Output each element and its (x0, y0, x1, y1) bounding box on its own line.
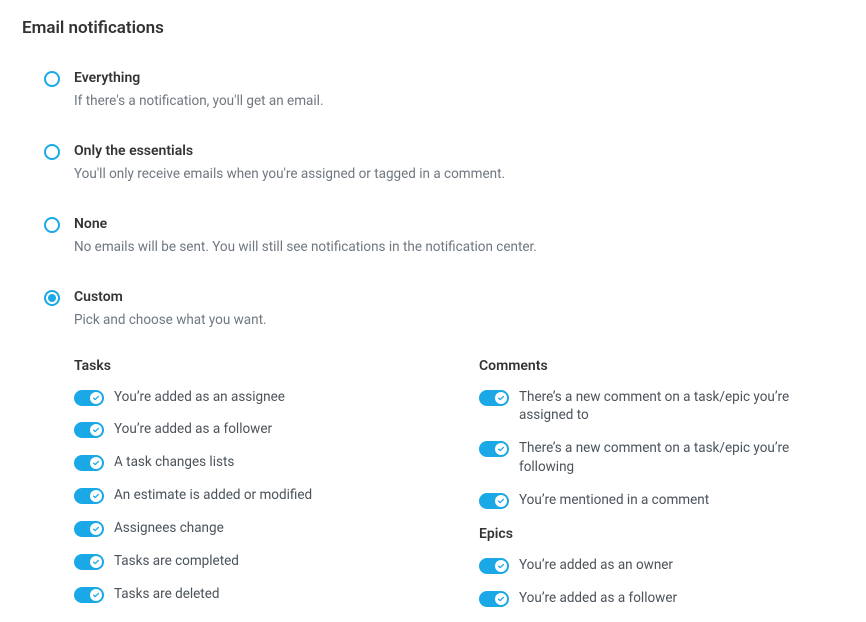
toggle-tasks-completed: Tasks are completed (74, 552, 439, 571)
toggle-label: Tasks are completed (114, 552, 239, 571)
toggle-task-assignees-change: Assignees change (74, 519, 439, 538)
radio-title: Custom (74, 289, 844, 305)
radio-icon (44, 290, 60, 306)
toggle-switch[interactable] (479, 441, 509, 457)
check-icon (495, 560, 507, 572)
radio-text: Only the essentials You'll only receive … (74, 143, 844, 184)
radio-desc: You'll only receive emails when you're a… (74, 165, 844, 184)
radio-desc: Pick and choose what you want. (74, 311, 844, 330)
toggle-label: You’re mentioned in a comment (519, 491, 709, 510)
comments-heading: Comments (479, 358, 844, 374)
toggle-label: A task changes lists (114, 453, 234, 472)
radio-text: Everything If there's a notification, yo… (74, 70, 844, 111)
toggle-label: You’re added as a follower (519, 589, 677, 608)
radio-title: Only the essentials (74, 143, 844, 159)
check-icon (90, 424, 102, 436)
column-left: Tasks You’re added as an assignee You’re… (74, 358, 439, 622)
column-right: Comments There’s a new comment on a task… (479, 358, 844, 622)
toggle-label: An estimate is added or modified (114, 486, 312, 505)
radio-icon (44, 71, 60, 87)
toggle-task-assignee: You’re added as an assignee (74, 388, 439, 407)
radio-option-none[interactable]: None No emails will be sent. You will st… (44, 216, 844, 257)
check-icon (495, 593, 507, 605)
page-title: Email notifications (22, 18, 844, 38)
toggle-switch[interactable] (74, 390, 104, 406)
toggle-label: You’re added as an assignee (114, 388, 285, 407)
check-icon (90, 556, 102, 568)
toggle-label: You’re added as a follower (114, 420, 272, 439)
radio-title: None (74, 216, 844, 232)
check-icon (90, 523, 102, 535)
radio-option-essentials[interactable]: Only the essentials You'll only receive … (44, 143, 844, 184)
toggle-label: There’s a new comment on a task/epic you… (519, 439, 844, 477)
check-icon (90, 589, 102, 601)
toggle-switch[interactable] (479, 558, 509, 574)
toggle-task-list-change: A task changes lists (74, 453, 439, 472)
toggle-switch[interactable] (74, 554, 104, 570)
radio-option-everything[interactable]: Everything If there's a notification, yo… (44, 70, 844, 111)
radio-desc: If there's a notification, you'll get an… (74, 92, 844, 111)
toggle-switch[interactable] (479, 390, 509, 406)
tasks-heading: Tasks (74, 358, 439, 374)
toggle-switch[interactable] (74, 521, 104, 537)
radio-icon (44, 217, 60, 233)
check-icon (90, 392, 102, 404)
toggle-label: There’s a new comment on a task/epic you… (519, 388, 844, 426)
toggle-switch[interactable] (74, 488, 104, 504)
toggle-task-estimate: An estimate is added or modified (74, 486, 439, 505)
radio-icon (44, 144, 60, 160)
toggle-label: You’re added as an owner (519, 556, 673, 575)
toggle-switch[interactable] (479, 591, 509, 607)
toggle-task-follower: You’re added as a follower (74, 420, 439, 439)
notification-level-group: Everything If there's a notification, yo… (22, 70, 844, 330)
toggle-label: Tasks are deleted (114, 585, 219, 604)
toggle-comment-following: There’s a new comment on a task/epic you… (479, 439, 844, 477)
toggle-tasks-deleted: Tasks are deleted (74, 585, 439, 604)
toggle-comment-mention: You’re mentioned in a comment (479, 491, 844, 510)
check-icon (90, 457, 102, 469)
radio-title: Everything (74, 70, 844, 86)
custom-settings: Tasks You’re added as an assignee You’re… (22, 358, 844, 622)
toggle-switch[interactable] (74, 455, 104, 471)
toggle-comment-assigned: There’s a new comment on a task/epic you… (479, 388, 844, 426)
toggle-label: Assignees change (114, 519, 224, 538)
toggle-epic-owner: You’re added as an owner (479, 556, 844, 575)
radio-option-custom[interactable]: Custom Pick and choose what you want. (44, 289, 844, 330)
check-icon (495, 443, 507, 455)
check-icon (90, 490, 102, 502)
toggle-switch[interactable] (74, 587, 104, 603)
toggle-epic-follower: You’re added as a follower (479, 589, 844, 608)
toggle-switch[interactable] (74, 422, 104, 438)
epics-heading: Epics (479, 526, 844, 542)
radio-text: Custom Pick and choose what you want. (74, 289, 844, 330)
check-icon (495, 392, 507, 404)
radio-text: None No emails will be sent. You will st… (74, 216, 844, 257)
check-icon (495, 495, 507, 507)
toggle-switch[interactable] (479, 493, 509, 509)
radio-desc: No emails will be sent. You will still s… (74, 238, 844, 257)
